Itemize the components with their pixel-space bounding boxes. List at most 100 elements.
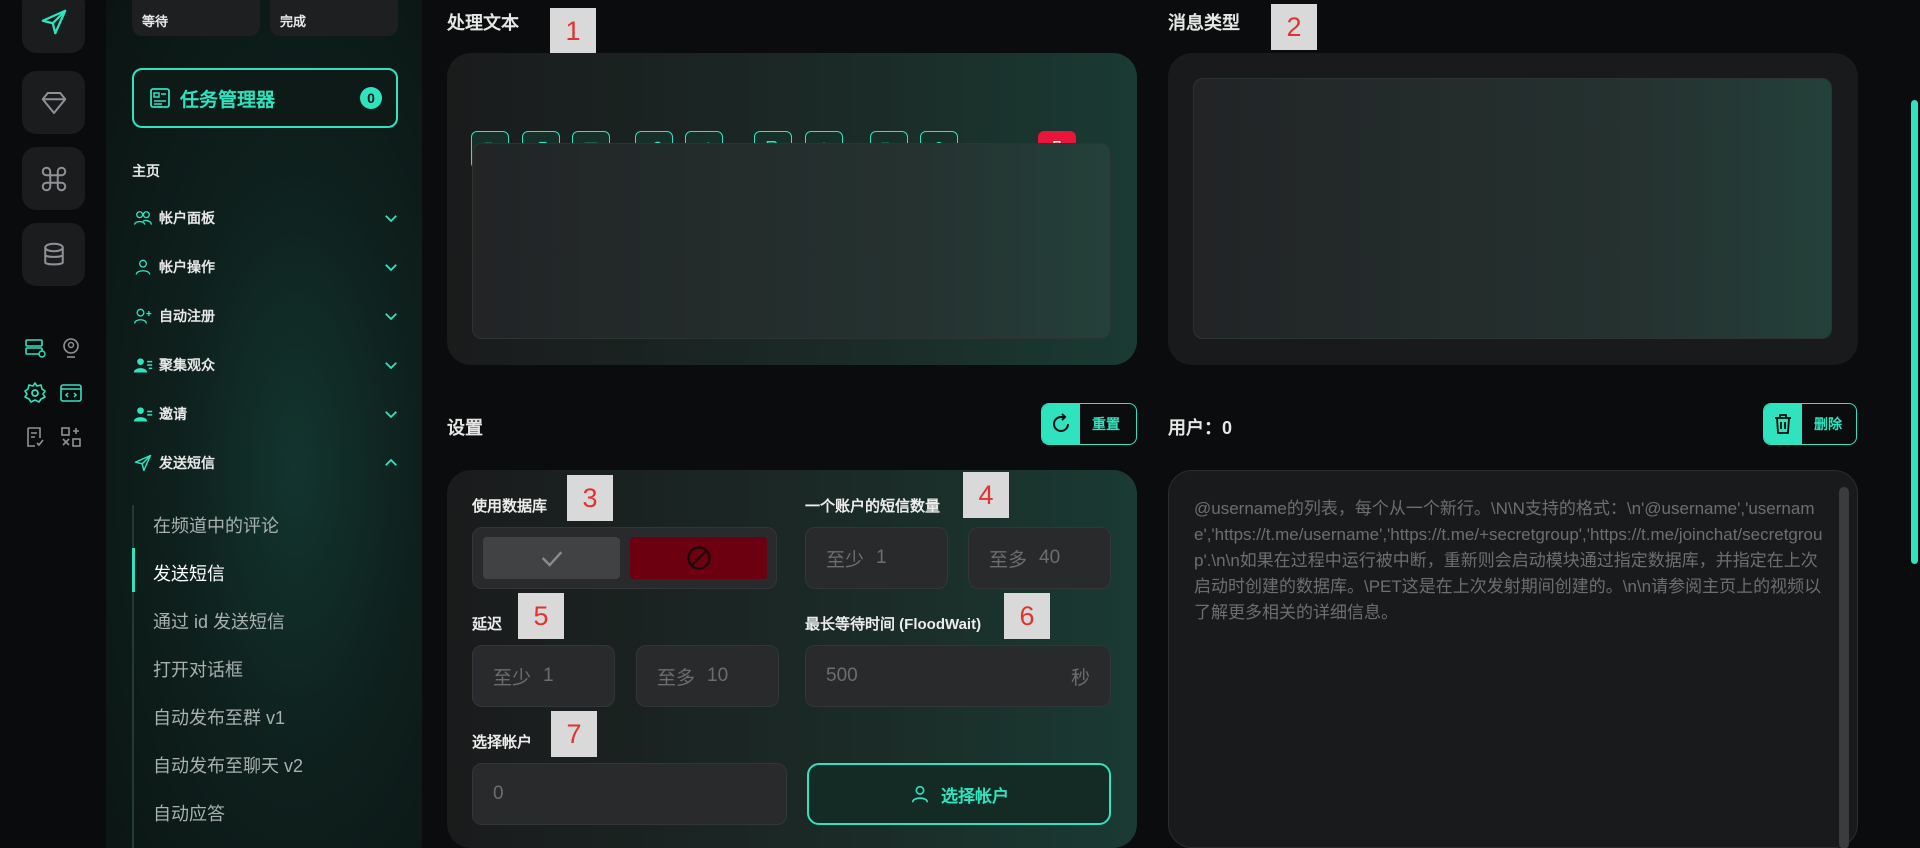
- select-account-button-label: 选择帐户: [941, 786, 1009, 806]
- diamond-nav-button[interactable]: [22, 71, 85, 134]
- settings-button[interactable]: [22, 380, 48, 406]
- shapes-button[interactable]: [58, 424, 84, 450]
- message-type-title: 消息类型: [1168, 13, 1240, 33]
- icon-rail: [0, 0, 106, 848]
- nav-label: 发送短信: [159, 455, 215, 471]
- max-value: 10: [707, 665, 729, 686]
- annotation-tag: 1: [550, 8, 596, 54]
- sub-item-channel-comments[interactable]: 在频道中的评论: [153, 512, 279, 538]
- gear-icon: [24, 382, 46, 403]
- users-list-input[interactable]: @username的列表，每个从一个新行。\N\N支持的格式：\n'@usern…: [1194, 496, 1824, 626]
- sub-item-autopost-group[interactable]: 自动发布至群 v1: [153, 704, 285, 730]
- server-settings-button[interactable]: [22, 335, 48, 361]
- annotation-tag: 5: [518, 593, 564, 639]
- nav-account-actions[interactable]: 帐户操作: [132, 252, 400, 282]
- nav-send-sms[interactable]: 发送短信: [132, 448, 400, 478]
- users-icon: [132, 207, 154, 229]
- database-icon: [43, 242, 64, 265]
- settings-card: 使用数据库 3 一个账户的短信数量 4 至少 1 至多 40 延迟 5 至少 1…: [447, 470, 1137, 848]
- command-nav-button[interactable]: [22, 147, 85, 210]
- task-manager-label: 任务管理器: [180, 89, 276, 111]
- status-waiting[interactable]: 等待: [132, 0, 260, 36]
- delay-label: 延迟: [472, 616, 503, 633]
- send-icon: [132, 452, 154, 474]
- account-count-input[interactable]: 0: [472, 763, 787, 825]
- send-nav-button[interactable]: [22, 0, 85, 53]
- code-window-button[interactable]: [58, 380, 84, 406]
- delay-max-input[interactable]: 至多 10: [636, 645, 779, 707]
- messages-min-input[interactable]: 至少 1: [805, 527, 948, 589]
- account-count-value: 0: [493, 783, 504, 804]
- user-invite-icon: [132, 403, 154, 425]
- use-database-label: 使用数据库: [472, 498, 548, 515]
- command-icon: [41, 166, 66, 191]
- home-link[interactable]: 主页: [132, 161, 160, 181]
- user-group-icon: [132, 354, 154, 376]
- page-scrollbar-track[interactable]: [1908, 0, 1920, 848]
- task-count-badge: 0: [360, 87, 382, 109]
- settings-title: 设置: [447, 418, 483, 438]
- reset-label: 重置: [1092, 416, 1120, 432]
- use-database-toggle: [472, 527, 777, 589]
- code-window-icon: [60, 384, 82, 402]
- min-prefix: 至少: [493, 667, 532, 689]
- annotation-tag: 3: [567, 475, 613, 521]
- database-nav-button[interactable]: [22, 223, 85, 286]
- process-text-title: 处理文本: [447, 13, 519, 33]
- chevron-down-icon: [385, 215, 397, 223]
- delete-users-button[interactable]: 删除: [1763, 403, 1857, 445]
- process-text-input[interactable]: [472, 143, 1111, 339]
- sub-item-auto-reply[interactable]: 自动应答: [153, 800, 225, 826]
- sub-item-send-by-id[interactable]: 通过 id 发送短信: [153, 608, 285, 634]
- annotation-tag: 2: [1271, 4, 1317, 50]
- users-title: 用户：0: [1168, 418, 1233, 438]
- flood-wait-label: 最长等待时间 (FloodWait): [805, 616, 982, 633]
- checklist-button[interactable]: [22, 424, 48, 450]
- flood-wait-value: 500: [826, 665, 858, 686]
- sidebar: 等待 完成 任务管理器 0 主页 帐户面板 帐户操作 自动注册 聚集观众 邀请 …: [106, 0, 422, 848]
- profile-location-button[interactable]: [58, 335, 84, 361]
- sub-item-send-sms[interactable]: 发送短信: [153, 560, 225, 586]
- reset-button[interactable]: 重置: [1041, 403, 1137, 445]
- database-no-option[interactable]: [630, 537, 767, 579]
- message-type-card: [1168, 53, 1858, 365]
- min-prefix: 至少: [826, 549, 865, 571]
- ban-icon: [686, 546, 711, 570]
- nav-gather-audience[interactable]: 聚集观众: [132, 350, 400, 380]
- min-value: 1: [876, 547, 887, 568]
- users-card: @username的列表，每个从一个新行。\N\N支持的格式：\n'@usern…: [1168, 470, 1858, 848]
- shapes-icon: [61, 427, 81, 447]
- delay-min-input[interactable]: 至少 1: [472, 645, 615, 707]
- status-done[interactable]: 完成: [270, 0, 398, 36]
- chevron-up-icon: [385, 458, 397, 466]
- task-list-icon: [150, 88, 170, 108]
- annotation-tag: 4: [963, 472, 1009, 518]
- chevron-down-icon: [385, 362, 397, 370]
- nav-label: 聚集观众: [159, 357, 215, 373]
- messages-max-input[interactable]: 至多 40: [968, 527, 1111, 589]
- sub-item-autopost-chat[interactable]: 自动发布至聊天 v2: [153, 752, 303, 778]
- message-type-area[interactable]: [1193, 78, 1832, 339]
- sub-item-open-dialog[interactable]: 打开对话框: [153, 656, 243, 682]
- select-account-label: 选择帐户: [472, 734, 533, 751]
- select-account-button[interactable]: 选择帐户: [807, 763, 1111, 825]
- refresh-icon: [1042, 404, 1080, 444]
- page-scrollbar-thumb[interactable]: [1911, 100, 1918, 564]
- nav-invite[interactable]: 邀请: [132, 399, 400, 429]
- check-icon: [541, 551, 562, 567]
- chevron-down-icon: [385, 313, 397, 321]
- paper-plane-icon: [41, 9, 66, 34]
- checklist-icon: [27, 427, 44, 447]
- person-icon: [911, 785, 929, 803]
- flood-wait-input[interactable]: 500 秒: [805, 645, 1111, 707]
- task-manager-button[interactable]: 任务管理器 0: [132, 68, 398, 128]
- nav-auto-register[interactable]: 自动注册: [132, 301, 400, 331]
- annotation-tag: 7: [551, 711, 597, 757]
- user-icon: [132, 256, 154, 278]
- max-prefix: 至多: [989, 549, 1028, 571]
- nav-account-panel[interactable]: 帐户面板: [132, 203, 400, 233]
- user-plus-icon: [132, 305, 154, 327]
- chevron-down-icon: [385, 411, 397, 419]
- database-yes-option[interactable]: [483, 537, 620, 579]
- users-list-scrollbar[interactable]: [1839, 487, 1849, 848]
